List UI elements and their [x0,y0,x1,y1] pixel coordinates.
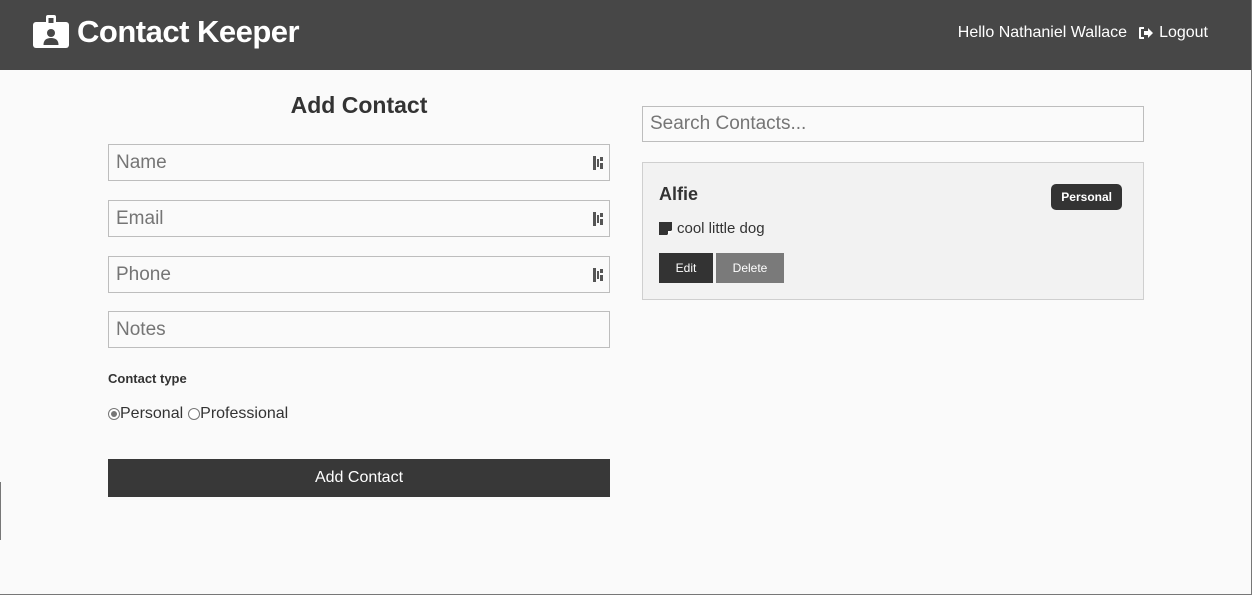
name-field [108,144,610,181]
brand[interactable]: Contact Keeper [32,14,300,50]
user-nav: Hello Nathaniel Wallace Logout [958,23,1208,43]
contact-note: cool little dog [659,220,765,237]
window-edge-mark [0,482,1,540]
personal-radio-label[interactable]: Personal [120,405,183,423]
contact-name: Alfie [659,184,699,204]
logout-label: Logout [1159,24,1208,41]
contact-type-label: Contact type [108,371,187,386]
navbar: Contact Keeper Hello Nathaniel Wallace L… [0,0,1251,70]
personal-radio[interactable] [108,408,120,420]
email-input[interactable] [109,201,609,236]
email-field [108,200,610,237]
name-input[interactable] [109,145,609,180]
professional-radio[interactable] [188,408,201,420]
phone-input[interactable] [109,257,609,292]
contact-card: Alfie Personal cool little dog Edit Dele… [642,162,1144,300]
search-field [642,106,1144,142]
contact-note-text: cool little dog [677,220,765,237]
delete-button[interactable]: Delete [716,253,784,283]
id-badge-icon [33,15,69,48]
edit-button[interactable]: Edit [659,253,713,283]
password-manager-icon[interactable] [593,268,604,282]
password-manager-icon[interactable] [593,156,604,170]
sign-out-icon [1139,27,1154,39]
greeting-text: Hello Nathaniel Wallace [957,24,1128,41]
professional-radio-label[interactable]: Professional [200,405,288,423]
sticky-note-icon [659,222,672,235]
notes-input[interactable] [109,312,609,347]
form-title: Add Contact [290,92,428,118]
contact-type-badge: Personal [1051,184,1122,210]
phone-field [108,256,610,293]
logout-link[interactable]: Logout [1138,23,1208,43]
search-input[interactable] [643,107,1143,141]
notes-field [108,311,610,348]
add-contact-button[interactable]: Add Contact [108,459,610,497]
brand-title: Contact Keeper [77,14,300,49]
password-manager-icon[interactable] [593,212,604,226]
contact-type-radios: Personal Professional [108,405,288,423]
